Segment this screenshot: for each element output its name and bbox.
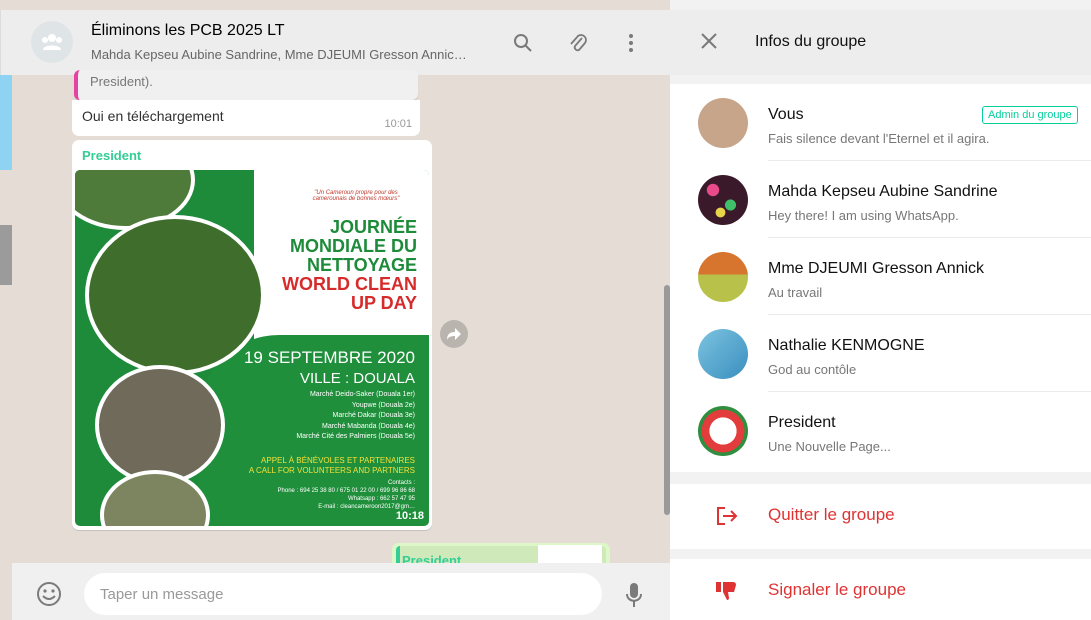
avatar[interactable]	[698, 98, 748, 148]
info-title: Infos du groupe	[755, 33, 867, 50]
quoted-text: President).	[90, 74, 153, 89]
chat-participants[interactable]: Mahda Kepseu Aubine Sandrine, Mme DJEUMI…	[91, 47, 467, 62]
member-status: Au travail	[768, 285, 823, 300]
report-group-button[interactable]: Signaler le groupe	[670, 559, 1091, 620]
member-name: Nathalie KENMOGNE	[768, 337, 925, 354]
poster-contacts: Contacts : Phone : 694 25 38 80 / 675 01…	[277, 480, 415, 510]
poster-photo-4	[100, 470, 210, 526]
message-sender[interactable]: President	[82, 148, 141, 163]
poster-title-en: WORLD CLEAN UP DAY	[282, 274, 417, 313]
member-list: Vous Admin du groupe Fais silence devant…	[670, 84, 1091, 472]
chat-pane: Éliminons les PCB 2025 LT Mahda Kepseu A…	[0, 0, 670, 620]
poster-markets: Marché Deido-Saker (Douala 1er) Youpwe (…	[296, 391, 415, 440]
attach-icon[interactable]	[566, 31, 590, 55]
close-icon[interactable]	[700, 32, 718, 55]
message-composer	[12, 563, 670, 620]
left-edge-scroll	[0, 225, 12, 285]
message-time: 10:01	[384, 118, 412, 130]
avatar[interactable]	[698, 329, 748, 379]
message-bubble[interactable]: Oui en téléchargement 10:01	[72, 100, 420, 136]
avatar[interactable]	[698, 406, 748, 456]
member-status: God au contôle	[768, 362, 857, 377]
member-status: Une Nouvelle Page...	[768, 439, 891, 454]
member-status: Fais silence devant l'Eternel et il agir…	[768, 131, 990, 146]
exit-icon	[716, 506, 738, 531]
info-header: Infos du groupe	[670, 10, 1091, 75]
quoted-message[interactable]: President).	[74, 70, 418, 100]
group-icon	[42, 34, 62, 50]
group-avatar[interactable]	[31, 21, 73, 63]
admin-badge: Admin du groupe	[982, 106, 1078, 124]
message-time: 10:18	[395, 510, 424, 522]
member-row[interactable]: President Une Nouvelle Page...	[670, 392, 1091, 469]
member-row[interactable]: Mme DJEUMI Gresson Annick Au travail	[670, 238, 1091, 315]
leave-group-button[interactable]: Quitter le groupe	[670, 484, 1091, 549]
report-group-label: Signaler le groupe	[768, 580, 906, 599]
member-row[interactable]: Nathalie KENMOGNE God au contôle	[670, 315, 1091, 392]
leave-group-label: Quitter le groupe	[768, 505, 895, 524]
forward-icon[interactable]	[440, 320, 468, 348]
poster-image[interactable]: "Un Cameroun propre pour des camerounais…	[75, 170, 429, 526]
image-message[interactable]: President "Un Cameroun propre pour des c…	[72, 140, 432, 530]
poster-photo-3	[95, 365, 225, 485]
message-text: Oui en téléchargement	[82, 108, 224, 124]
group-info-pane: Infos du groupe Vous Admin du groupe Fai…	[670, 0, 1091, 620]
member-row[interactable]: Vous Admin du groupe Fais silence devant…	[670, 84, 1091, 161]
avatar[interactable]	[698, 252, 748, 302]
member-row[interactable]: Mahda Kepseu Aubine Sandrine Hey there! …	[670, 161, 1091, 238]
menu-icon[interactable]	[619, 31, 643, 55]
emoji-icon[interactable]	[36, 581, 62, 612]
poster-appeal: APPEL À BÉNÉVOLES ET PARTENAIRES A CALL …	[248, 456, 415, 475]
poster-slogan: "Un Cameroun propre pour des camerounais…	[312, 190, 400, 202]
avatar[interactable]	[698, 175, 748, 225]
left-edge-strip	[0, 75, 12, 170]
search-icon[interactable]	[511, 31, 535, 55]
chat-header[interactable]: Éliminons les PCB 2025 LT Mahda Kepseu A…	[0, 10, 670, 75]
thumbs-down-icon	[716, 581, 738, 606]
poster-title-fr: JOURNÉE MONDIALE DU NETTOYAGE	[290, 217, 417, 275]
message-input[interactable]	[84, 573, 602, 615]
member-name: Mahda Kepseu Aubine Sandrine	[768, 183, 998, 200]
microphone-icon[interactable]	[626, 583, 642, 612]
member-status: Hey there! I am using WhatsApp.	[768, 208, 959, 223]
poster-date: 19 SEPTEMBRE 2020	[243, 348, 415, 367]
poster-city: VILLE : DOUALA	[299, 370, 415, 387]
member-name: President	[768, 414, 836, 431]
member-name: Mme DJEUMI Gresson Annick	[768, 260, 985, 277]
outgoing-message[interactable]: President	[392, 543, 610, 565]
chat-title[interactable]: Éliminons les PCB 2025 LT	[91, 22, 285, 40]
member-name: Vous	[768, 106, 804, 123]
outgoing-quote-thumbnail	[538, 545, 602, 565]
